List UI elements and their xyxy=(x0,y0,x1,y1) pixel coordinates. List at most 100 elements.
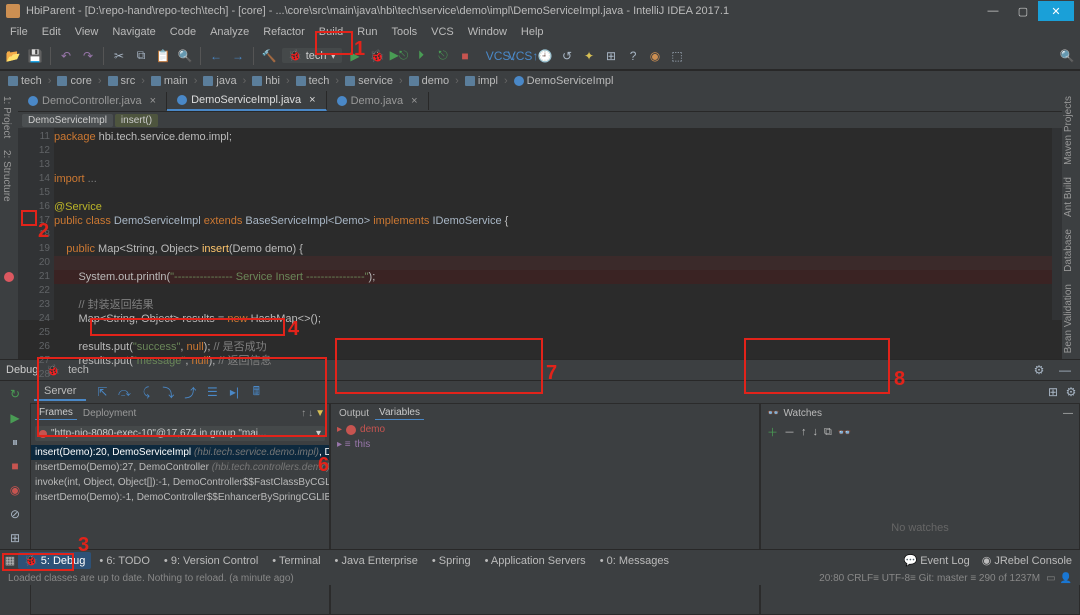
menu-build[interactable]: Build xyxy=(313,24,349,40)
stack-frame[interactable]: insertDemo(Demo):27, DemoController (hbi… xyxy=(31,460,329,475)
debug-icon[interactable]: 🐞 xyxy=(368,47,386,65)
close-button[interactable]: ✕ xyxy=(1038,1,1074,21)
bottom-tab[interactable]: • Spring xyxy=(426,552,477,569)
breadcrumb-item[interactable]: DemoServiceImpl xyxy=(510,74,618,88)
code-line[interactable] xyxy=(54,326,1052,340)
breadcrumb-item[interactable]: tech xyxy=(292,74,334,88)
pause-icon[interactable]: ⏸ xyxy=(6,433,24,451)
bottom-tab[interactable]: • 9: Version Control xyxy=(158,552,264,569)
breakpoint-icon[interactable] xyxy=(4,272,14,282)
show-watches-icon[interactable]: 👓 xyxy=(838,426,852,439)
breadcrumb-item[interactable]: main xyxy=(147,74,192,88)
bean-tool-tab[interactable]: Bean Validation xyxy=(1062,278,1075,359)
project-tool-tab[interactable]: 1: Project xyxy=(0,90,13,144)
maven-tool-tab[interactable]: Maven Projects xyxy=(1062,90,1075,171)
close-tab-icon[interactable]: × xyxy=(309,94,315,106)
stop-icon[interactable]: ■ xyxy=(456,47,474,65)
restore-layout-icon[interactable]: ⊞ xyxy=(1044,383,1062,401)
step-into-icon[interactable]: ⤹ xyxy=(138,384,154,400)
code-line[interactable]: package hbi.tech.service.demo.impl; xyxy=(54,130,1052,144)
hector-icon[interactable]: 👤 xyxy=(1060,573,1072,584)
variable-row[interactable]: ▸ demo xyxy=(331,422,759,437)
redo-icon[interactable]: ↷ xyxy=(79,47,97,65)
tool-window-icon[interactable]: ▦ xyxy=(2,554,18,567)
menu-window[interactable]: Window xyxy=(462,24,513,40)
breadcrumb-item[interactable]: tech xyxy=(4,74,46,88)
code-line[interactable]: @Service xyxy=(54,200,1052,214)
run-config-selector[interactable]: 🐞 tech ▾ xyxy=(282,48,342,63)
breadcrumb-item[interactable]: demo xyxy=(405,74,454,88)
rerun-icon[interactable]: ↻ xyxy=(6,385,24,403)
paste-icon[interactable]: 📋 xyxy=(154,47,172,65)
save-icon[interactable]: 💾 xyxy=(26,47,44,65)
bottom-tab[interactable]: • 6: TODO xyxy=(93,552,156,569)
help-icon[interactable]: ? xyxy=(624,47,642,65)
code-line[interactable] xyxy=(54,186,1052,200)
layout-icon[interactable]: ⊞ xyxy=(6,529,24,547)
jrebel-icon[interactable]: ◉ xyxy=(646,47,664,65)
structure-icon[interactable]: ⊞ xyxy=(602,47,620,65)
frames-list[interactable]: insert(Demo):20, DemoServiceImpl (hbi.te… xyxy=(31,445,329,505)
database-tool-tab[interactable]: Database xyxy=(1062,223,1075,278)
prev-frame-icon[interactable]: ↑ xyxy=(301,408,306,419)
menu-refactor[interactable]: Refactor xyxy=(257,24,311,40)
step-out-icon[interactable]: ⤴ xyxy=(182,384,198,400)
code-line[interactable] xyxy=(54,228,1052,242)
code-line[interactable]: System.out.println("---------------- Ser… xyxy=(54,270,1052,284)
code-line[interactable]: public class DemoServiceImpl extends Bas… xyxy=(54,214,1052,228)
breadcrumb-item[interactable]: impl xyxy=(461,74,502,88)
deployment-tab[interactable]: Deployment xyxy=(79,407,140,420)
memory-indicator[interactable]: ▭ xyxy=(1046,573,1055,584)
structure-tool-tab[interactable]: 2: Structure xyxy=(0,144,13,208)
bottom-tab[interactable]: • Terminal xyxy=(266,552,326,569)
variables-tab[interactable]: Variables xyxy=(375,406,424,420)
crumb-class[interactable]: DemoServiceImpl xyxy=(22,114,113,127)
revert-icon[interactable]: ↺ xyxy=(558,47,576,65)
bottom-tab[interactable]: • 0: Messages xyxy=(594,552,675,569)
show-exec-point-icon[interactable]: ⇱ xyxy=(94,384,110,400)
evaluate-icon[interactable]: 🖩 xyxy=(248,384,264,400)
close-tab-icon[interactable]: × xyxy=(411,95,417,107)
add-watch-icon[interactable]: ＋ xyxy=(767,424,778,440)
maximize-button[interactable]: ▢ xyxy=(1008,1,1038,21)
breadcrumb-item[interactable]: service xyxy=(341,74,397,88)
find-icon[interactable]: 🔍 xyxy=(176,47,194,65)
menu-code[interactable]: Code xyxy=(164,24,202,40)
breadcrumb-item[interactable]: java xyxy=(199,74,240,88)
bottom-tab[interactable]: • Java Enterprise xyxy=(329,552,424,569)
code-line[interactable]: // 封装返回结果 xyxy=(54,298,1052,312)
code-line[interactable] xyxy=(54,284,1052,298)
crumb-method[interactable]: insert() xyxy=(115,114,158,127)
menu-analyze[interactable]: Analyze xyxy=(204,24,255,40)
mute-bp-icon[interactable]: ⊘ xyxy=(6,505,24,523)
attach-icon[interactable]: ⎋ xyxy=(434,47,452,65)
settings-icon[interactable]: ⚙ xyxy=(1062,383,1080,401)
code-line[interactable] xyxy=(54,144,1052,158)
menu-vcs[interactable]: VCS xyxy=(425,24,460,40)
menu-view[interactable]: View xyxy=(69,24,105,40)
cut-icon[interactable]: ✂ xyxy=(110,47,128,65)
editor-tab[interactable]: Demo.java× xyxy=(327,92,429,110)
server-tab[interactable]: Server xyxy=(34,383,86,401)
back-icon[interactable]: ← xyxy=(207,47,225,65)
down-watch-icon[interactable]: ↓ xyxy=(813,426,819,438)
copy-icon[interactable]: ⧉ xyxy=(132,47,150,65)
remove-watch-icon[interactable]: － xyxy=(784,424,795,440)
thread-selector[interactable]: "http-nio-8080-exec-10"@17,674 in group … xyxy=(35,426,325,441)
stack-frame[interactable]: insert(Demo):20, DemoServiceImpl (hbi.te… xyxy=(31,445,329,460)
step-over-icon[interactable]: ⤼ xyxy=(116,384,132,400)
stack-frame[interactable]: invoke(int, Object, Object[]):-1, DemoCo… xyxy=(31,475,329,490)
code-line[interactable]: import ... xyxy=(54,172,1052,186)
next-frame-icon[interactable]: ↓ xyxy=(308,408,313,419)
breakpoints-icon[interactable]: ◉ xyxy=(6,481,24,499)
ext-icon[interactable]: ⬚ xyxy=(668,47,686,65)
tool-icon[interactable]: ✦ xyxy=(580,47,598,65)
menu-edit[interactable]: Edit xyxy=(36,24,67,40)
output-tab[interactable]: Output xyxy=(335,407,373,420)
code-line[interactable]: public Map<String, Object> insert(Demo d… xyxy=(54,242,1052,256)
stop-debug-icon[interactable]: ■ xyxy=(6,457,24,475)
coverage-icon[interactable]: ▶⎋ xyxy=(390,47,408,65)
menu-file[interactable]: File xyxy=(4,24,34,40)
history-icon[interactable]: 🕘 xyxy=(536,47,554,65)
breadcrumb-item[interactable]: src xyxy=(104,74,140,88)
